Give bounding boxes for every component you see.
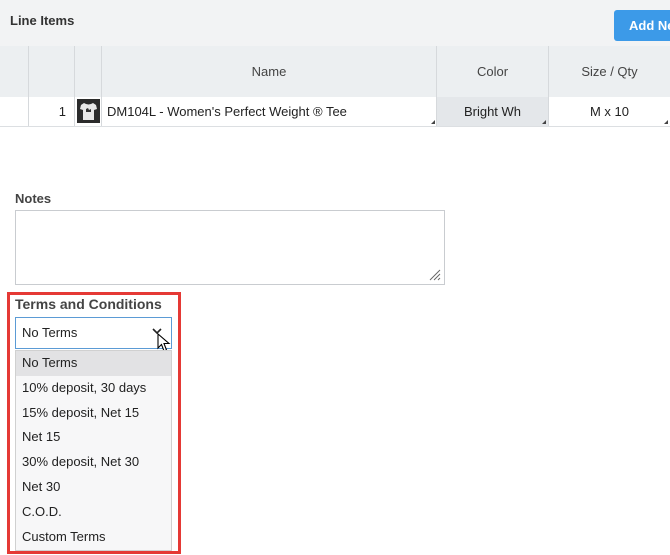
row-size-qty[interactable]: M x 10 (549, 97, 670, 126)
row-select-cell[interactable] (0, 97, 29, 126)
terms-option[interactable]: C.O.D. (16, 500, 171, 525)
table-header-row: Name Color Size / Qty (0, 46, 670, 98)
notes-textarea[interactable] (15, 210, 445, 285)
line-items-header: Line Items Add Ne (0, 0, 670, 47)
terms-option[interactable]: Net 15 (16, 425, 171, 450)
column-header-image (75, 46, 102, 97)
terms-label: Terms and Conditions (15, 296, 162, 312)
table-row[interactable]: 1 DM104L - Women's Perfect Weight ® Tee … (0, 97, 670, 127)
line-items-title: Line Items (10, 13, 75, 28)
terms-option[interactable]: Custom Terms (16, 525, 171, 550)
terms-option[interactable]: 10% deposit, 30 days (16, 376, 171, 401)
terms-option[interactable]: Net 30 (16, 475, 171, 500)
column-header-color: Color (437, 46, 549, 97)
column-header-size-qty: Size / Qty (581, 64, 638, 79)
row-name[interactable]: DM104L - Women's Perfect Weight ® Tee (102, 97, 437, 126)
terms-option[interactable]: No Terms (16, 351, 171, 376)
cell-resize-corner-icon (431, 120, 435, 124)
column-header-index (29, 46, 75, 97)
row-thumbnail-cell (75, 97, 102, 126)
terms-select[interactable]: No Terms (15, 317, 172, 349)
row-color-value: Bright Wh (463, 104, 522, 119)
terms-dropdown-list: No Terms 10% deposit, 30 days 15% deposi… (15, 350, 172, 551)
row-index: 1 (29, 97, 75, 126)
tshirt-icon (77, 99, 100, 123)
resize-grip-icon[interactable] (429, 269, 441, 281)
terms-option[interactable]: 15% deposit, Net 15 (16, 401, 171, 426)
column-header-name: Name (102, 46, 437, 97)
row-size-qty-value: M x 10 (589, 104, 629, 119)
column-header-select (0, 46, 29, 97)
row-color[interactable]: Bright Wh (437, 97, 549, 126)
terms-option[interactable]: 30% deposit, Net 30 (16, 450, 171, 475)
cell-resize-corner-icon (542, 120, 546, 124)
notes-label: Notes (15, 191, 52, 206)
cell-resize-corner-icon (664, 120, 668, 124)
add-new-button[interactable]: Add Ne (614, 10, 670, 41)
